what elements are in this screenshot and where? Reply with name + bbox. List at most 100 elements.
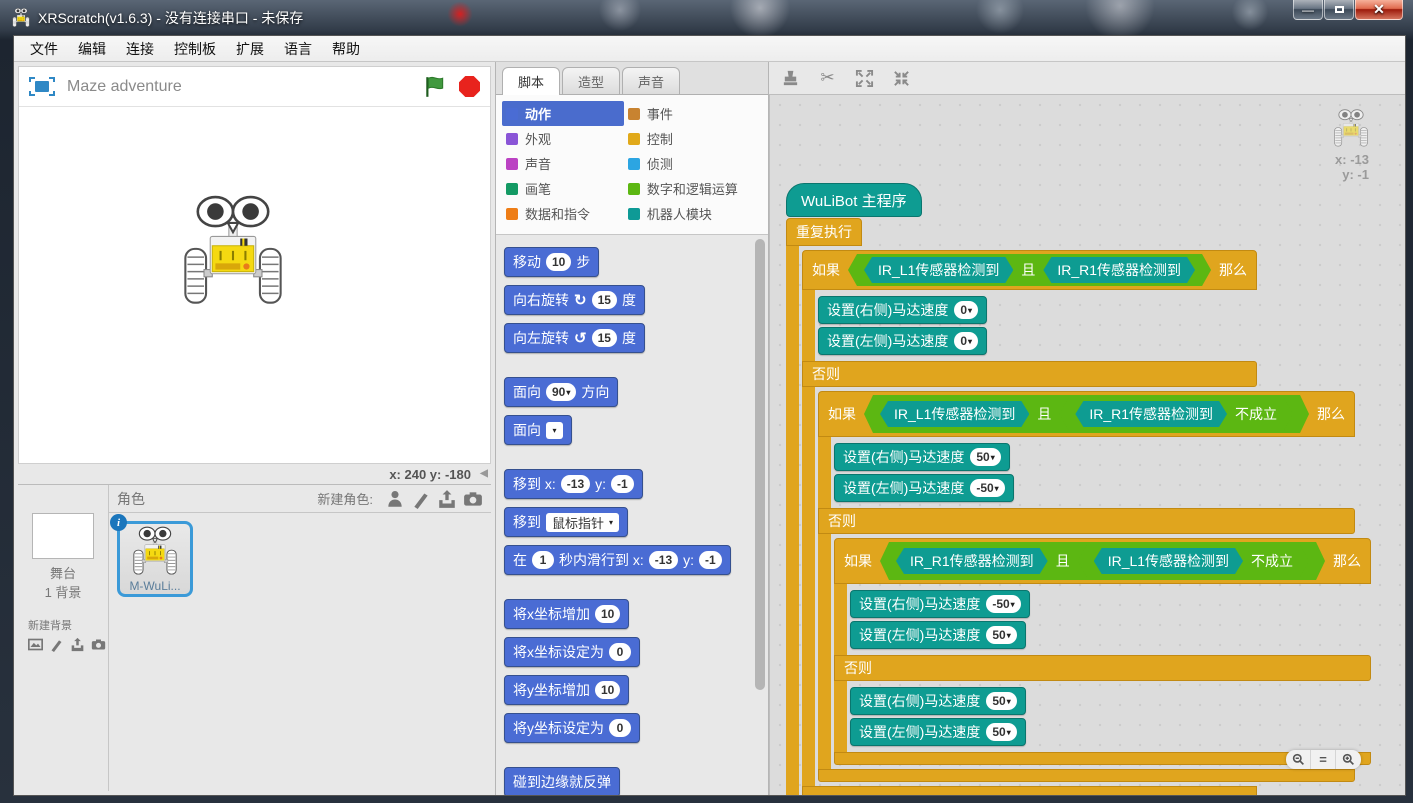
y-input[interactable]: -1 [611, 475, 634, 493]
collapse-stage-arrow[interactable]: ◀ [477, 467, 491, 481]
palette-block-glide[interactable]: 在1秒内滑行到 x:-13y:-1 [504, 545, 731, 575]
shrink-sprite-icon[interactable] [892, 69, 911, 88]
speed-dropdown[interactable]: 50▾ [986, 692, 1016, 710]
palette-block-goto-xy[interactable]: 移到 x:-13y:-1 [504, 469, 643, 499]
category-motion[interactable]: 动作 [502, 101, 624, 126]
set-right-motor-block[interactable]: 设置(右侧)马达速度0▾ [818, 296, 987, 324]
category-events[interactable]: 事件 [624, 101, 764, 126]
category-sensing[interactable]: 侦测 [624, 151, 764, 176]
value-input[interactable]: 15 [592, 291, 617, 309]
sprite-card-wulibot[interactable]: i M-WuLi... [117, 521, 193, 597]
set-left-motor-block[interactable]: 设置(左侧)马达速度-50▾ [834, 474, 1014, 502]
palette-block-bounce[interactable]: 碰到边缘就反弹 [504, 767, 620, 795]
if-else-block-3[interactable]: 如果 IR_R1传感器检测到 且 IR_L1传感器检测到 [834, 538, 1371, 765]
set-right-motor-block[interactable]: 设置(右侧)马达速度50▾ [834, 443, 1010, 471]
category-pen[interactable]: 画笔 [502, 176, 624, 201]
sensor-ir-l1-block[interactable]: IR_L1传感器检测到 [880, 401, 1029, 427]
palette-block-set-x[interactable]: 将x坐标设定为0 [504, 637, 640, 667]
palette-block-point-towards[interactable]: 面向▾ [504, 415, 572, 445]
palette-block-turn-right[interactable]: 向右旋转↻15度 [504, 285, 645, 315]
value-input[interactable]: 0 [609, 719, 631, 737]
category-robot[interactable]: 机器人模块 [624, 201, 764, 226]
menu-help[interactable]: 帮助 [322, 36, 370, 62]
palette-block-goto-mouse[interactable]: 移到鼠标指针▾ [504, 507, 628, 537]
camera-sprite-icon[interactable] [463, 489, 483, 509]
sensor-ir-l1-block[interactable]: IR_L1传感器检测到 [1094, 548, 1243, 574]
sensor-ir-r1-block[interactable]: IR_R1传感器检测到 [896, 548, 1048, 574]
menu-edit[interactable]: 编辑 [68, 36, 116, 62]
stamp-icon[interactable] [781, 69, 800, 88]
not-operator-block[interactable]: IR_R1传感器检测到 不成立 [1059, 398, 1293, 430]
zoom-out-button[interactable] [1286, 750, 1311, 769]
goto-target-dropdown[interactable]: 鼠标指针▾ [546, 513, 619, 532]
menu-file[interactable]: 文件 [20, 36, 68, 62]
palette-block-change-y[interactable]: 将y坐标增加10 [504, 675, 629, 705]
direction-dropdown[interactable]: 90▾ [546, 383, 576, 401]
palette-block-point-direction[interactable]: 面向90▾方向 [504, 377, 618, 407]
sensor-ir-r1-block[interactable]: IR_R1传感器检测到 [1075, 401, 1227, 427]
upload-backdrop-icon[interactable] [70, 637, 85, 652]
value-input[interactable]: 15 [592, 329, 617, 347]
if-else-block-1[interactable]: 如果 IR_L1传感器检测到 且 IR_R1传感器检测到 那么 [802, 250, 1257, 795]
and-operator-block[interactable]: IR_L1传感器检测到 且 IR_R1传感器检测到 不成立 [864, 395, 1309, 433]
tab-sounds[interactable]: 声音 [622, 67, 680, 94]
target-dropdown[interactable]: ▾ [546, 422, 563, 439]
stop-button[interactable] [459, 76, 480, 97]
presentation-mode-icon[interactable] [29, 77, 55, 97]
stage-thumbnail[interactable] [32, 513, 94, 559]
close-button[interactable]: ✕ [1355, 0, 1403, 20]
menu-language[interactable]: 语言 [274, 36, 322, 62]
tab-scripts[interactable]: 脚本 [502, 67, 560, 95]
seconds-input[interactable]: 1 [532, 551, 554, 569]
x-input[interactable]: -13 [649, 551, 678, 569]
set-left-motor-block[interactable]: 设置(左侧)马达速度50▾ [850, 621, 1026, 649]
value-input[interactable]: 10 [595, 681, 620, 699]
sensor-ir-r1-block[interactable]: IR_R1传感器检测到 [1043, 257, 1195, 283]
sensor-ir-l1-block[interactable]: IR_L1传感器检测到 [864, 257, 1013, 283]
paint-sprite-icon[interactable] [411, 489, 431, 509]
value-input[interactable]: 0 [609, 643, 631, 661]
speed-dropdown[interactable]: 50▾ [986, 723, 1016, 741]
category-operators[interactable]: 数字和逻辑运算 [624, 176, 764, 201]
camera-backdrop-icon[interactable] [91, 637, 106, 652]
value-input[interactable]: 10 [546, 253, 571, 271]
set-left-motor-block[interactable]: 设置(左侧)马达速度50▾ [850, 718, 1026, 746]
speed-dropdown[interactable]: 0▾ [954, 332, 978, 350]
set-left-motor-block[interactable]: 设置(左侧)马达速度0▾ [818, 327, 987, 355]
palette-block-set-y[interactable]: 将y坐标设定为0 [504, 713, 640, 743]
speed-dropdown[interactable]: 50▾ [970, 448, 1000, 466]
y-input[interactable]: -1 [699, 551, 722, 569]
x-input[interactable]: -13 [561, 475, 590, 493]
speed-dropdown[interactable]: 0▾ [954, 301, 978, 319]
sprite-info-icon[interactable]: i [110, 514, 127, 531]
backdrop-from-library-icon[interactable] [28, 637, 43, 652]
zoom-in-button[interactable] [1336, 750, 1361, 769]
menu-extensions[interactable]: 扩展 [226, 36, 274, 62]
zoom-reset-button[interactable]: = [1311, 750, 1336, 769]
if-else-block-2[interactable]: 如果 IR_L1传感器检测到 且 IR_R1传感器检测到 不成立 [818, 391, 1355, 782]
set-right-motor-block[interactable]: 设置(右侧)马达速度-50▾ [850, 590, 1030, 618]
palette-block-move[interactable]: 移动10步 [504, 247, 599, 277]
not-operator-block[interactable]: IR_L1传感器检测到 不成立 [1078, 545, 1309, 577]
category-sound[interactable]: 声音 [502, 151, 624, 176]
speed-dropdown[interactable]: -50▾ [970, 479, 1004, 497]
speed-dropdown[interactable]: 50▾ [986, 626, 1016, 644]
menu-board[interactable]: 控制板 [164, 36, 226, 62]
palette-scrollbar-thumb[interactable] [755, 239, 765, 690]
palette-block-turn-left[interactable]: 向左旋转↺15度 [504, 323, 645, 353]
sprite-from-library-icon[interactable] [385, 489, 405, 509]
stage-canvas[interactable] [19, 107, 490, 463]
category-control[interactable]: 控制 [624, 126, 764, 151]
upload-sprite-icon[interactable] [437, 489, 457, 509]
minimize-button[interactable]: — [1293, 0, 1323, 20]
grow-sprite-icon[interactable] [855, 69, 874, 88]
green-flag-button[interactable] [423, 75, 447, 99]
and-operator-block[interactable]: IR_L1传感器检测到 且 IR_R1传感器检测到 [848, 254, 1211, 286]
hat-block-wulibot-main[interactable]: WuLiBot 主程序 [786, 183, 922, 217]
category-data[interactable]: 数据和指令 [502, 201, 624, 226]
forever-block[interactable]: 重复执行 如果 IR_L1传感器检测到 且 IR_R1传感器检测到 [786, 218, 862, 795]
set-right-motor-block[interactable]: 设置(右侧)马达速度50▾ [850, 687, 1026, 715]
speed-dropdown[interactable]: -50▾ [986, 595, 1020, 613]
scissors-icon[interactable]: ✂ [818, 69, 837, 88]
menu-connect[interactable]: 连接 [116, 36, 164, 62]
